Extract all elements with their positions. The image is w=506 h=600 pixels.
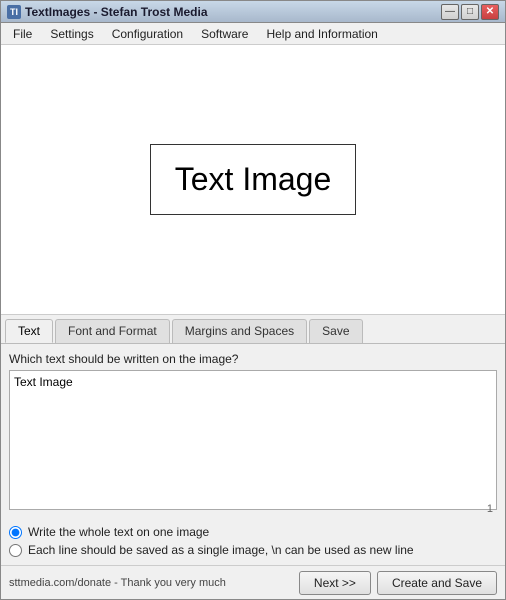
- bottom-bar: sttmedia.com/donate - Thank you very muc…: [1, 565, 505, 599]
- donate-link: sttmedia.com/donate - Thank you very muc…: [9, 577, 226, 589]
- close-button[interactable]: ✕: [481, 4, 499, 20]
- tab-margins[interactable]: Margins and Spaces: [172, 319, 307, 343]
- tab-save[interactable]: Save: [309, 319, 362, 343]
- char-count: 1: [487, 503, 493, 515]
- window-controls: — □ ✕: [441, 4, 499, 20]
- tab-text[interactable]: Text: [5, 319, 53, 343]
- menu-bar: File Settings Configuration Software Hel…: [1, 23, 505, 45]
- text-textarea[interactable]: [9, 370, 497, 510]
- maximize-button[interactable]: □: [461, 4, 479, 20]
- radio-whole-input[interactable]: [9, 526, 22, 539]
- minimize-button[interactable]: —: [441, 4, 459, 20]
- app-icon: TI: [7, 5, 21, 19]
- tabs-area: Text Font and Format Margins and Spaces …: [1, 315, 505, 344]
- title-bar-left: TI TextImages - Stefan Trost Media: [7, 5, 208, 19]
- menu-settings[interactable]: Settings: [42, 25, 101, 43]
- radio-group: Write the whole text on one image Each l…: [9, 525, 497, 557]
- tab-strip: Text Font and Format Margins and Spaces …: [1, 315, 505, 343]
- radio-lines-label: Each line should be saved as a single im…: [28, 543, 414, 557]
- window-title: TextImages - Stefan Trost Media: [25, 5, 208, 19]
- radio-each-line[interactable]: Each line should be saved as a single im…: [9, 543, 497, 557]
- menu-software[interactable]: Software: [193, 25, 256, 43]
- tab-content-area: Which text should be written on the imag…: [1, 344, 505, 565]
- main-window: TI TextImages - Stefan Trost Media — □ ✕…: [0, 0, 506, 600]
- next-button[interactable]: Next >>: [299, 571, 371, 595]
- bottom-buttons: Next >> Create and Save: [299, 571, 497, 595]
- preview-text-box: Text Image: [150, 144, 357, 215]
- radio-lines-input[interactable]: [9, 544, 22, 557]
- preview-area: Text Image: [1, 45, 505, 315]
- question-label: Which text should be written on the imag…: [9, 352, 497, 366]
- radio-whole-text[interactable]: Write the whole text on one image: [9, 525, 497, 539]
- menu-file[interactable]: File: [5, 25, 40, 43]
- title-bar: TI TextImages - Stefan Trost Media — □ ✕: [1, 1, 505, 23]
- radio-whole-label: Write the whole text on one image: [28, 525, 209, 539]
- menu-configuration[interactable]: Configuration: [104, 25, 191, 43]
- create-save-button[interactable]: Create and Save: [377, 571, 497, 595]
- tab-font-format[interactable]: Font and Format: [55, 319, 170, 343]
- text-input-area: 1: [9, 370, 497, 517]
- preview-text: Text Image: [175, 161, 332, 197]
- menu-help[interactable]: Help and Information: [258, 25, 385, 43]
